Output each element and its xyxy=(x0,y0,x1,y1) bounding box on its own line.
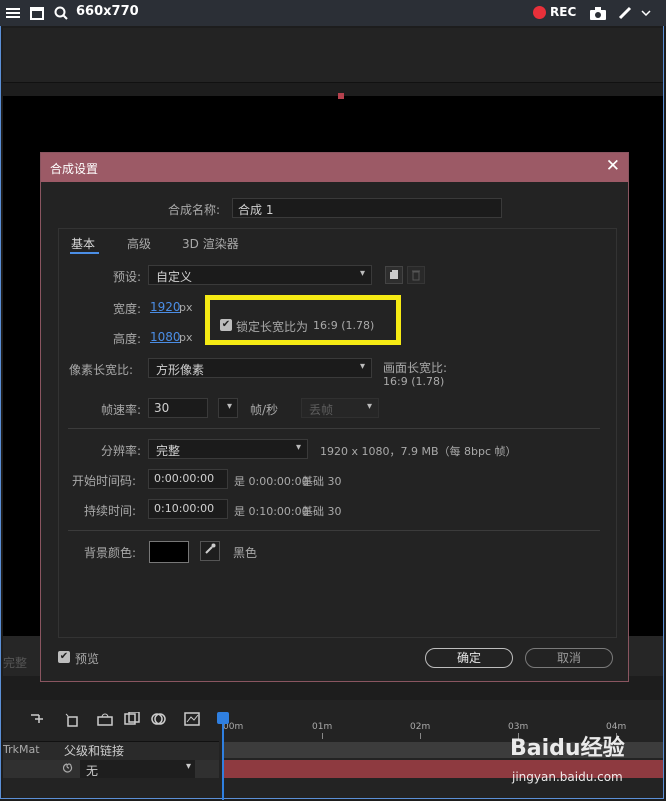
bg-color-name: 黑色 xyxy=(233,546,258,560)
height-value[interactable]: 1080 xyxy=(150,330,181,344)
framerate-unit: 帧/秒 xyxy=(250,403,279,417)
tab-advanced[interactable]: 高级 xyxy=(127,235,151,252)
settings-panel xyxy=(58,228,617,638)
tab-basic[interactable]: 基本 xyxy=(71,235,95,252)
resolution-label: 分辨率: xyxy=(101,444,142,458)
framerate-label: 帧速率: xyxy=(101,403,142,417)
resolution-label: 完整 xyxy=(3,656,28,670)
pixel-aspect-select[interactable]: 方形像素 ▾ xyxy=(148,358,372,378)
cancel-button[interactable]: 取消 xyxy=(525,648,613,668)
chevron-down-icon: ▾ xyxy=(359,268,365,279)
chevron-down-icon[interactable] xyxy=(640,4,652,22)
anchor-marker xyxy=(338,93,344,99)
parent-link-header: 父级和链接 xyxy=(64,744,125,758)
divider xyxy=(68,428,600,429)
parent-select-value: 无 xyxy=(86,764,99,778)
lock-aspect-checkbox[interactable]: ✔ xyxy=(220,319,232,331)
top-panel xyxy=(3,28,663,82)
flowchart-icon[interactable] xyxy=(30,712,46,730)
duration-base: 基础 30 xyxy=(302,505,342,518)
drop-frame-select[interactable]: 丢帧 ▾ xyxy=(301,398,379,418)
pixel-aspect-label: 像素长宽比: xyxy=(69,363,134,377)
composition-settings-dialog: 合成设置 ✕ 合成名称: 合成 1 基本 高级 3D 渲染器 预设: 自定义 ▾… xyxy=(40,152,629,682)
capture-toolbar: 660x770 REC xyxy=(0,0,666,26)
chevron-down-icon: ▾ xyxy=(359,361,365,372)
frame-aspect-label: 画面长宽比: xyxy=(383,361,448,375)
tick-mark xyxy=(420,733,421,739)
comp-name-label: 合成名称: xyxy=(168,203,221,217)
pen-icon[interactable] xyxy=(618,4,632,22)
save-preset-button[interactable] xyxy=(385,266,403,284)
start-timecode-label: 开始时间码: xyxy=(72,474,137,488)
watermark-url: jingyan.baidu.com xyxy=(512,770,623,784)
delete-preset-button[interactable] xyxy=(407,266,425,284)
framerate-input[interactable]: 30 xyxy=(148,398,208,418)
divider xyxy=(3,82,663,83)
pixel-aspect-value: 方形像素 xyxy=(156,363,205,377)
dialog-title-bar[interactable]: 合成设置 ✕ xyxy=(41,153,628,182)
tab-3d-renderer[interactable]: 3D 渲染器 xyxy=(182,235,239,252)
height-unit: px xyxy=(179,331,193,344)
duration-equals: 是 0:10:00:00 xyxy=(234,505,309,518)
lock-aspect-value: 16:9 (1.78) xyxy=(313,319,375,332)
preview-checkbox[interactable]: ✔ xyxy=(58,651,70,663)
duration-label: 持续时间: xyxy=(84,504,137,518)
width-label: 宽度: xyxy=(113,302,142,316)
preview-label: 预览 xyxy=(75,652,100,666)
trkmat-header: TrkMat xyxy=(3,743,40,756)
resolution-select[interactable]: 完整 ▾ xyxy=(148,439,308,459)
width-unit: px xyxy=(179,301,193,314)
solo-cube-icon[interactable] xyxy=(64,712,80,732)
camera-icon[interactable] xyxy=(590,4,606,22)
active-tab-indicator xyxy=(70,252,99,254)
chevron-down-icon: ▾ xyxy=(295,442,301,453)
eyedropper-icon[interactable] xyxy=(200,541,220,561)
close-icon[interactable]: ✕ xyxy=(606,156,620,176)
record-dot-icon[interactable] xyxy=(533,6,546,19)
dialog-title: 合成设置 xyxy=(50,162,99,176)
divider xyxy=(68,530,600,531)
start-timecode-base: 基础 30 xyxy=(302,475,342,488)
graph-editor-icon[interactable] xyxy=(184,712,200,730)
motion-blur-icon[interactable] xyxy=(150,712,166,730)
pickwhip-icon[interactable] xyxy=(62,762,75,777)
comp-name-input[interactable]: 合成 1 xyxy=(232,198,502,218)
chevron-down-icon: ▾ xyxy=(366,401,372,412)
frame-blend-icon[interactable] xyxy=(124,711,140,730)
framerate-dropdown[interactable]: ▾ xyxy=(218,398,238,418)
parent-select[interactable]: 无 ▾ xyxy=(80,760,195,778)
height-label: 高度: xyxy=(113,332,142,346)
bg-color-swatch[interactable] xyxy=(149,541,189,563)
width-value[interactable]: 1920 xyxy=(150,300,181,314)
capture-size-label: 660x770 xyxy=(76,4,139,19)
tick-mark xyxy=(322,733,323,739)
record-label[interactable]: REC xyxy=(550,5,576,19)
search-icon[interactable] xyxy=(54,4,68,22)
preset-select[interactable]: 自定义 ▾ xyxy=(148,265,372,285)
lock-layer-icon[interactable] xyxy=(97,712,113,730)
resolution-value: 完整 xyxy=(156,444,181,458)
ok-button[interactable]: 确定 xyxy=(425,648,513,668)
watermark-brand: Baidu经验 xyxy=(510,736,625,761)
resolution-info: 1920 x 1080，7.9 MB（每 8bpc 帧） xyxy=(320,445,517,458)
start-timecode-equals: 是 0:00:00:00 xyxy=(234,475,309,488)
frame-aspect-value: 16:9 (1.78) xyxy=(383,375,445,388)
drop-frame-value: 丢帧 xyxy=(309,403,334,417)
preset-label: 预设: xyxy=(113,270,142,284)
duration-input[interactable]: 0:10:00:00 xyxy=(148,499,228,519)
bg-color-label: 背景颜色: xyxy=(84,546,137,560)
playhead-line[interactable] xyxy=(222,712,224,800)
start-timecode-input[interactable]: 0:00:00:00 xyxy=(148,469,228,489)
tick-label: 02m xyxy=(410,722,431,732)
lock-aspect-label: 锁定长宽比为 xyxy=(236,320,309,334)
tick-label: 01m xyxy=(312,722,333,732)
chevron-down-icon: ▾ xyxy=(185,761,191,772)
preset-select-value: 自定义 xyxy=(156,270,193,284)
menu-icon[interactable] xyxy=(6,4,20,22)
chevron-down-icon: ▾ xyxy=(226,401,232,412)
window-icon[interactable] xyxy=(30,4,44,22)
